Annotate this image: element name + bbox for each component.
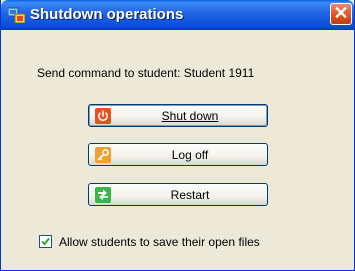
shut-down-button[interactable]: Shut down [88, 104, 268, 127]
allow-save-checkbox[interactable] [39, 235, 52, 248]
close-button[interactable]: ✕ [330, 3, 352, 25]
allow-save-label[interactable]: Allow students to save their open files [59, 235, 260, 249]
checkmark-icon [41, 237, 50, 246]
logoff-key-icon [95, 147, 111, 163]
restart-label: Restart [170, 188, 210, 202]
power-icon [95, 108, 111, 124]
app-icon [7, 7, 26, 24]
close-icon: ✕ [333, 3, 349, 23]
restart-button[interactable]: Restart [88, 183, 268, 206]
title-bar[interactable]: Shutdown operations ✕ [1, 0, 354, 30]
window-title: Shutdown operations [30, 6, 184, 23]
shut-down-label: Shut down [161, 109, 219, 123]
log-off-button[interactable]: Log off [88, 143, 268, 166]
shutdown-dialog: Shutdown operations ✕ Send command to st… [0, 0, 355, 271]
restart-arrows-icon [95, 187, 111, 203]
send-command-label: Send command to student: Student 1911 [37, 66, 255, 80]
log-off-label: Log off [171, 148, 209, 162]
